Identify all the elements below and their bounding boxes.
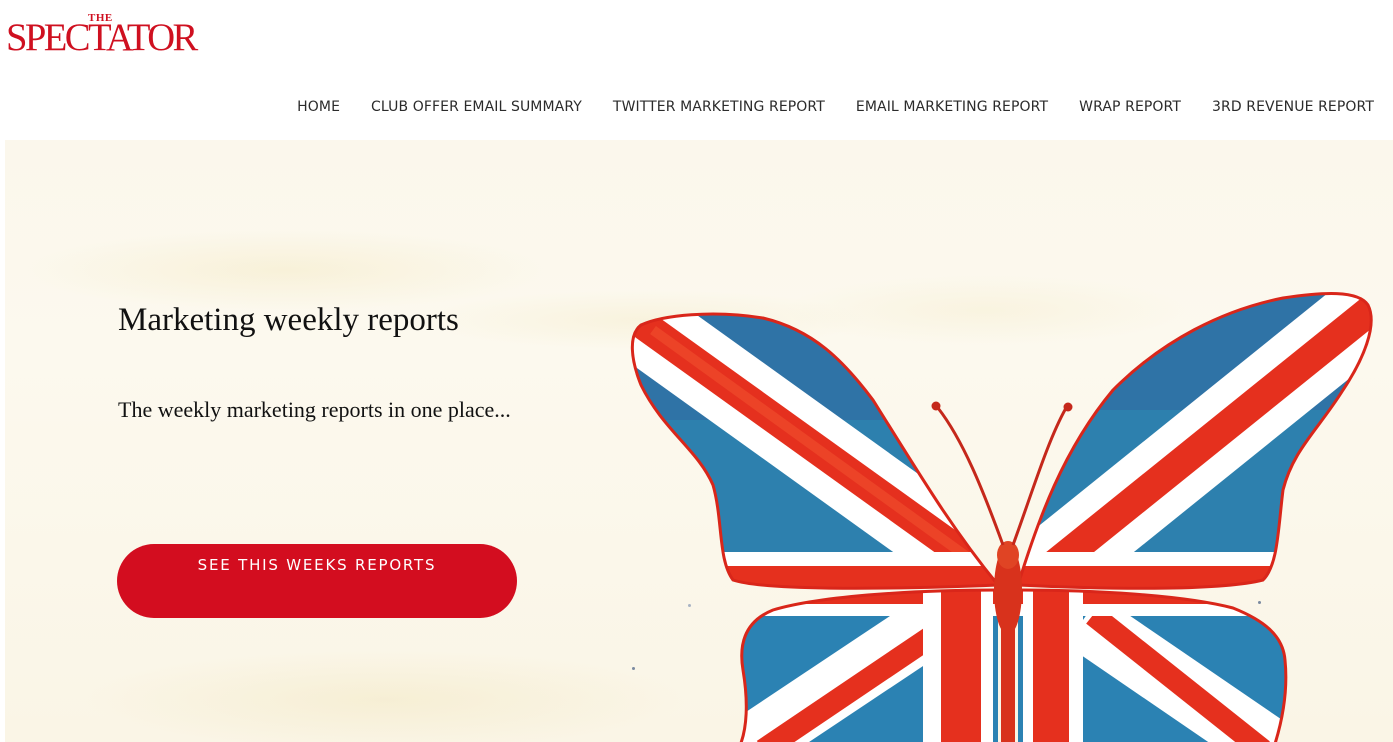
nav-item-home[interactable]: HOME	[297, 98, 340, 116]
nav-item-email-marketing-report[interactable]: EMAIL MARKETING REPORT	[856, 98, 1048, 116]
nav-item-3rd-revenue-report[interactable]: 3RD REVENUE REPORT	[1212, 98, 1374, 116]
nav-item-wrap-report[interactable]: WRAP REPORT	[1079, 98, 1181, 116]
hero-title: Marketing weekly reports	[118, 302, 459, 338]
hero-subtitle: The weekly marketing reports in one plac…	[118, 397, 511, 422]
main-nav: HOME CLUB OFFER EMAIL SUMMARY TWITTER MA…	[266, 98, 1374, 116]
spectator-logo[interactable]: THE SPECTATOR	[6, 12, 198, 62]
nav-item-club-offer-email-summary[interactable]: CLUB OFFER EMAIL SUMMARY	[371, 98, 582, 116]
see-this-weeks-reports-button[interactable]: SEE THIS WEEKS REPORTS	[117, 544, 517, 618]
union-jack-butterfly-icon	[630, 292, 1373, 742]
logo-wordmark: SPECTATOR	[6, 16, 198, 59]
hero-banner: Marketing weekly reports The weekly mark…	[5, 140, 1393, 742]
nav-item-twitter-marketing-report[interactable]: TWITTER MARKETING REPORT	[613, 98, 825, 116]
cta-label: SEE THIS WEEKS REPORTS	[197, 556, 437, 574]
